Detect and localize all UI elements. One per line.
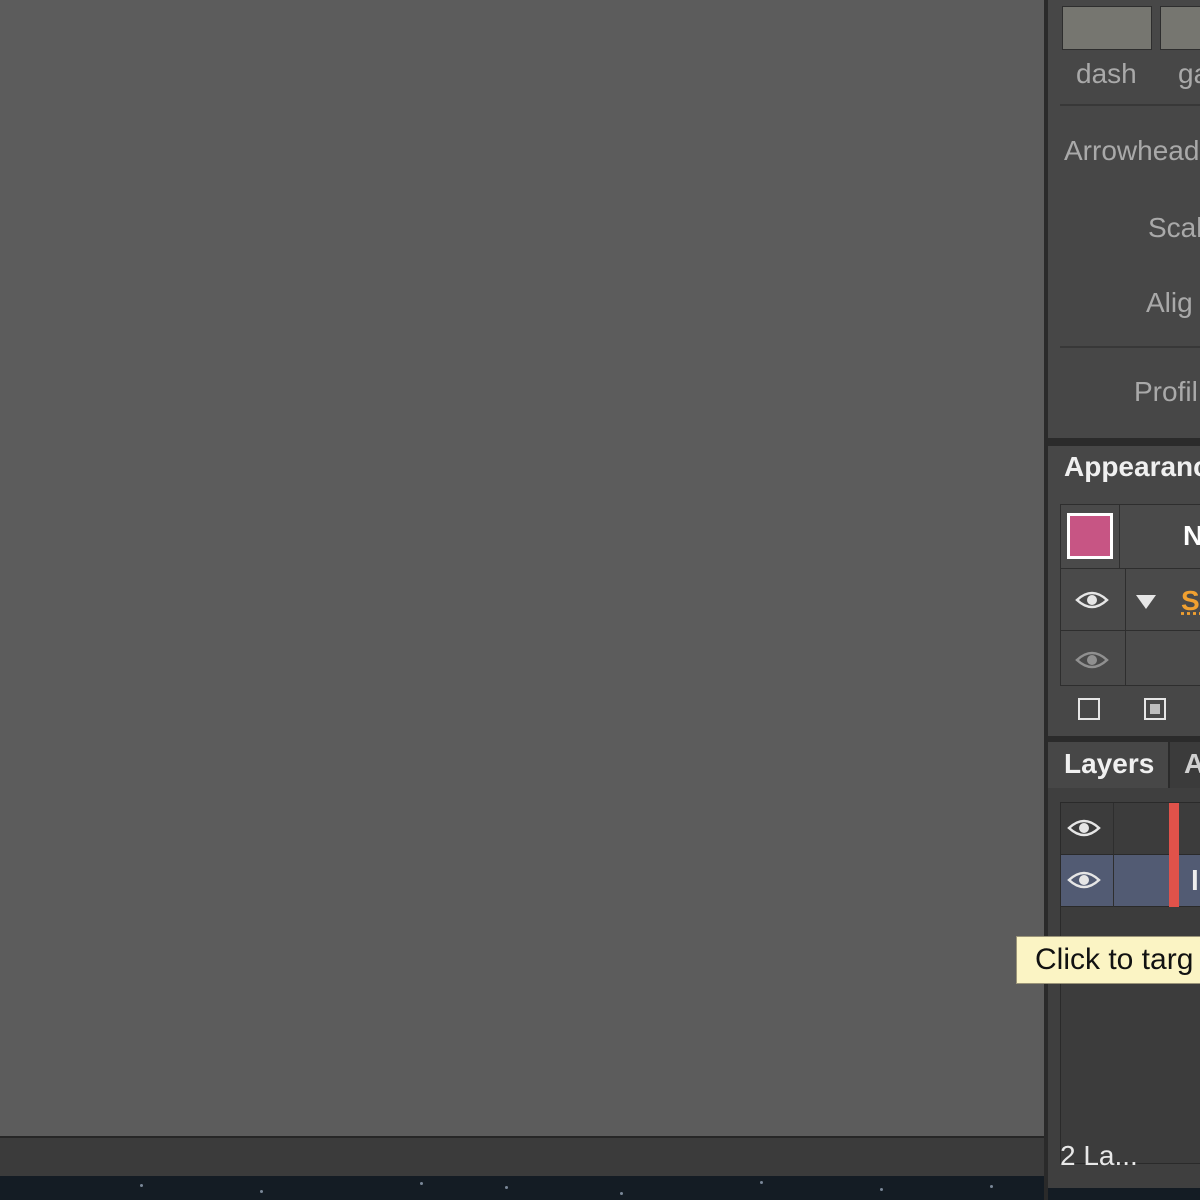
layer-color-bar (1169, 855, 1179, 907)
panel-separator (1048, 438, 1200, 446)
stroke-row-label[interactable]: St (1181, 585, 1200, 617)
appearance-list: N St (1060, 504, 1200, 686)
layer-row[interactable]: l (1061, 855, 1200, 907)
status-bar (0, 1136, 1044, 1176)
object-name: N (1183, 520, 1200, 551)
dash-field[interactable] (1062, 6, 1152, 50)
gap-field[interactable] (1160, 6, 1200, 50)
gap-label: ga (1178, 58, 1200, 89)
layer-count: 2 La... (1060, 1140, 1138, 1171)
divider (1060, 104, 1200, 106)
tab-layers[interactable]: Layers (1048, 742, 1170, 788)
appearance-panel: Appearanc N St (1048, 446, 1200, 736)
appearance-row-stroke[interactable]: St (1061, 569, 1200, 631)
eye-icon[interactable] (1067, 817, 1101, 839)
divider (1060, 346, 1200, 348)
desktop-background (0, 1176, 1200, 1200)
arrowheads-label: Arrowhead (1064, 135, 1200, 166)
artboard-canvas[interactable] (0, 0, 1044, 1136)
eye-icon[interactable] (1067, 869, 1101, 891)
dash-label: dash (1076, 58, 1137, 89)
layer-row[interactable] (1061, 803, 1200, 855)
tab-artboards[interactable]: A (1170, 742, 1200, 788)
layers-tab-label: Layers (1064, 748, 1155, 779)
add-new-stroke-icon[interactable] (1078, 698, 1100, 720)
eye-icon[interactable] (1075, 649, 1109, 671)
add-new-fill-icon[interactable] (1144, 698, 1166, 720)
stroke-panel: dash ga Arrowhead Scal Alig Profil (1048, 0, 1200, 438)
appearance-title[interactable]: Appearanc (1064, 451, 1200, 483)
scale-label: Scal (1148, 212, 1200, 243)
tooltip: Click to targ (1016, 936, 1200, 984)
appearance-row-empty[interactable] (1061, 631, 1200, 685)
other-tab-label: A (1184, 748, 1200, 779)
align-label: Alig (1146, 287, 1193, 318)
disclosure-triangle-icon[interactable] (1135, 593, 1157, 611)
eye-icon[interactable] (1075, 589, 1109, 611)
layer-color-bar (1169, 803, 1179, 855)
appearance-row-object[interactable]: N (1061, 505, 1200, 569)
layer-name: l (1191, 865, 1199, 896)
profile-label: Profil (1134, 376, 1198, 407)
fill-swatch[interactable] (1067, 513, 1113, 559)
